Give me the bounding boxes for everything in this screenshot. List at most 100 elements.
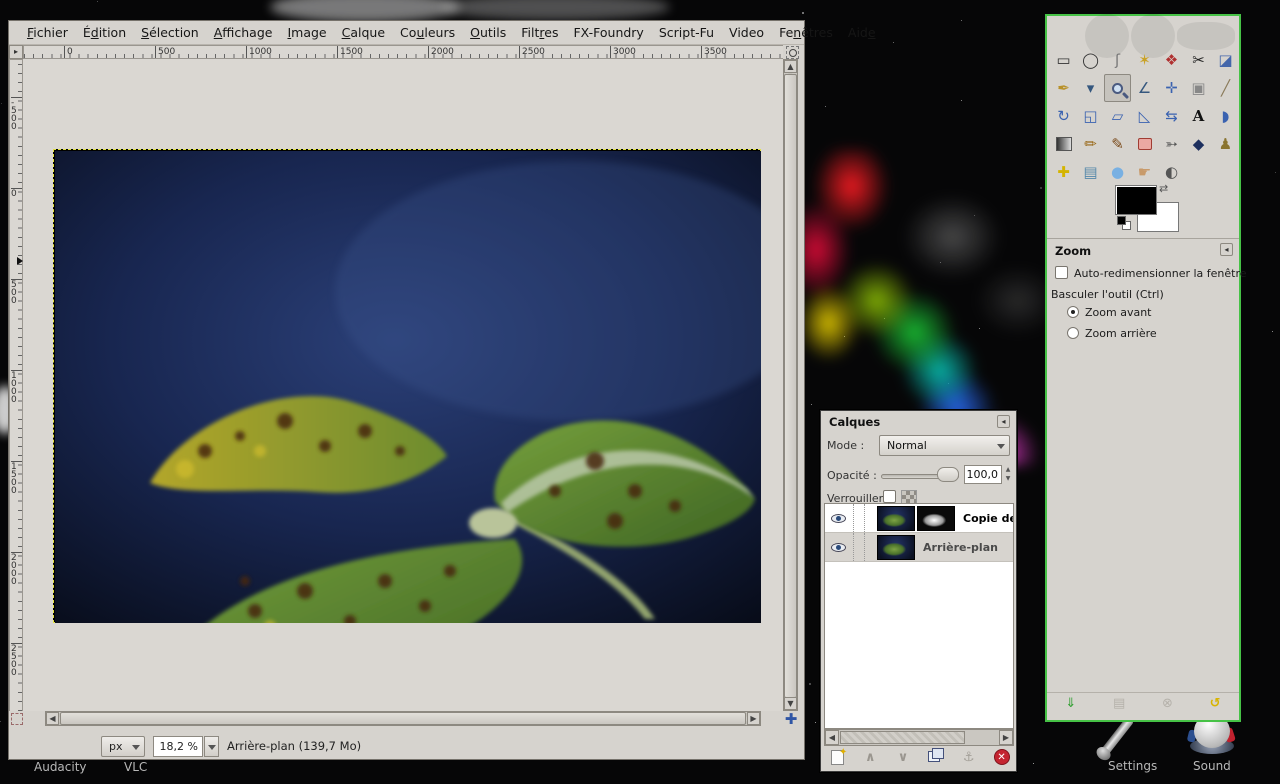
blend-tool-icon[interactable] (1050, 130, 1077, 158)
layer-row-1[interactable]: Copie de Ar (825, 504, 1013, 533)
collapse-button[interactable]: ◂ (997, 415, 1010, 428)
zoom-dropdown-button[interactable] (204, 736, 219, 757)
fuzzy-select-tool-icon[interactable]: ✶ (1131, 46, 1158, 74)
radio-zoom-arri-re[interactable] (1067, 327, 1079, 339)
menu-aide[interactable]: Aide (848, 25, 876, 40)
clone-tool-icon[interactable]: ♟ (1212, 130, 1239, 158)
menu-fichier[interactable]: Fichier (27, 25, 68, 40)
scroll-down-button[interactable]: ▼ (784, 697, 797, 710)
scroll-right-button[interactable]: ▶ (999, 730, 1013, 745)
desktop-icon-settings[interactable]: Settings (1108, 759, 1157, 773)
taskbar-item-audacity[interactable]: Audacity (34, 760, 87, 774)
menu-fxfoundry[interactable]: FX-Foundry (573, 25, 643, 40)
rotate-tool-icon[interactable]: ↻ (1050, 102, 1077, 130)
layer-mask-thumbnail[interactable] (917, 506, 955, 531)
align-tool-icon[interactable]: ▣ (1185, 74, 1212, 102)
menu-filtres[interactable]: Filtres (521, 25, 558, 40)
flip-tool-icon[interactable]: ⇆ (1158, 102, 1185, 130)
perspective-clone-tool-icon[interactable]: ▤ (1077, 158, 1104, 186)
layers-scroll-thumb[interactable] (840, 731, 965, 744)
scroll-up-button[interactable]: ▲ (784, 60, 797, 73)
auto-resize-checkbox[interactable] (1055, 266, 1068, 279)
layer-row-2[interactable]: Arrière-plan (825, 533, 1013, 562)
menu-dition[interactable]: Édition (83, 25, 126, 40)
scroll-left-button[interactable]: ◀ (825, 730, 839, 745)
zoom-tool-icon[interactable] (1104, 74, 1131, 102)
bucket-fill-tool-icon[interactable]: ◗ (1212, 102, 1239, 130)
reset-tool-options-button[interactable]: ↺ (1210, 695, 1221, 713)
anchor-layer-button[interactable]: ⚓ (958, 747, 980, 767)
scroll-left-button[interactable]: ◀ (46, 712, 59, 725)
duplicate-layer-button[interactable] (925, 747, 947, 767)
layer-thumbnail[interactable] (877, 535, 915, 560)
desktop-icon-sound[interactable]: Sound (1193, 759, 1231, 773)
text-tool-icon[interactable]: A (1185, 102, 1212, 130)
free-select-tool-icon[interactable]: ʃ (1104, 46, 1131, 74)
navigation-button[interactable]: ✚ (783, 711, 799, 727)
perspective-tool-icon[interactable]: ◺ (1131, 102, 1158, 130)
vscroll-thumb[interactable] (784, 74, 797, 698)
delete-layer-button[interactable]: ✕ (991, 747, 1013, 767)
unit-dropdown[interactable]: px (101, 736, 145, 757)
zoom-follow-window-button[interactable] (786, 46, 799, 59)
collapse-button[interactable]: ◂ (1220, 243, 1233, 256)
ellipse-select-tool-icon[interactable]: ◯ (1077, 46, 1104, 74)
layer-visibility-eye-icon[interactable] (831, 543, 846, 552)
menu-affichage[interactable]: Affichage (214, 25, 273, 40)
scissors-select-tool-icon[interactable]: ✂ (1185, 46, 1212, 74)
eraser-tool-icon[interactable] (1131, 130, 1158, 158)
paintbrush-tool-icon[interactable]: ✎ (1104, 130, 1131, 158)
paths-tool-icon[interactable]: ✒ (1050, 74, 1077, 102)
menu-scriptfu[interactable]: Script-Fu (659, 25, 714, 40)
crop-tool-icon[interactable]: ╱ (1212, 74, 1239, 102)
new-layer-button[interactable]: ✦ (826, 747, 848, 767)
menu-fentres[interactable]: Fenêtres (779, 25, 833, 40)
canvas-area[interactable] (23, 59, 783, 711)
rect-select-tool-icon[interactable]: ▭ (1050, 46, 1077, 74)
layer-link-cell[interactable] (853, 533, 865, 561)
image-layer-boundary[interactable] (53, 149, 761, 623)
lock-alpha-checkbox[interactable] (883, 490, 896, 503)
layer-thumbnail[interactable] (877, 506, 915, 531)
color-picker-tool-icon[interactable]: ▾ (1077, 74, 1104, 102)
menu-couleurs[interactable]: Couleurs (400, 25, 455, 40)
opacity-slider-thumb[interactable] (937, 467, 959, 482)
raise-layer-button[interactable]: ∧ (859, 747, 881, 767)
scale-tool-icon[interactable]: ◱ (1077, 102, 1104, 130)
zoom-level-input[interactable]: 18,2 % (153, 736, 203, 757)
opacity-value-input[interactable]: 100,0 (964, 465, 1002, 484)
horizontal-scrollbar[interactable]: ◀ ▶ (45, 711, 761, 726)
blur-sharpen-tool-icon[interactable]: ● (1104, 158, 1131, 186)
shear-tool-icon[interactable]: ▱ (1104, 102, 1131, 130)
menu-video[interactable]: Video (729, 25, 764, 40)
pencil-tool-icon[interactable]: ✏ (1077, 130, 1104, 158)
move-tool-icon[interactable]: ✛ (1158, 74, 1185, 102)
menu-outils[interactable]: Outils (470, 25, 506, 40)
reset-colors-icon[interactable] (1117, 216, 1133, 232)
radio-zoom-avant[interactable] (1067, 306, 1079, 318)
measure-tool-icon[interactable]: ∠ (1131, 74, 1158, 102)
layer-mode-dropdown[interactable]: Normal (879, 435, 1010, 456)
taskbar-item-vlc[interactable]: VLC (124, 760, 147, 774)
vertical-ruler[interactable]: -500050010001500200025003000 (9, 59, 23, 711)
scroll-right-button[interactable]: ▶ (747, 712, 760, 725)
smudge-tool-icon[interactable]: ☛ (1131, 158, 1158, 186)
hscroll-thumb[interactable] (60, 712, 746, 725)
restore-tool-options-button[interactable]: ▤ (1113, 695, 1125, 713)
menu-image[interactable]: Image (287, 25, 326, 40)
foreground-color-swatch[interactable] (1115, 185, 1157, 215)
airbrush-tool-icon[interactable]: ➳ (1158, 130, 1185, 158)
save-tool-options-button[interactable]: ⇓ (1065, 695, 1076, 713)
layer-link-cell[interactable] (853, 504, 865, 532)
menu-calque[interactable]: Calque (342, 25, 385, 40)
opacity-spin-buttons[interactable]: ▲▼ (1003, 465, 1013, 484)
heal-tool-icon[interactable]: ✚ (1050, 158, 1077, 186)
delete-tool-options-button[interactable]: ⊗ (1162, 695, 1173, 713)
select-by-color-tool-icon[interactable]: ❖ (1158, 46, 1185, 74)
vertical-scrollbar[interactable]: ▲ ▼ (783, 59, 798, 711)
foreground-select-tool-icon[interactable]: ◪ (1212, 46, 1239, 74)
lower-layer-button[interactable]: ∨ (892, 747, 914, 767)
horizontal-ruler[interactable]: 05001000150020002500300035004 (23, 45, 783, 59)
quickmask-toggle[interactable] (11, 713, 23, 725)
image-menu-button[interactable]: ▸ (9, 45, 23, 59)
